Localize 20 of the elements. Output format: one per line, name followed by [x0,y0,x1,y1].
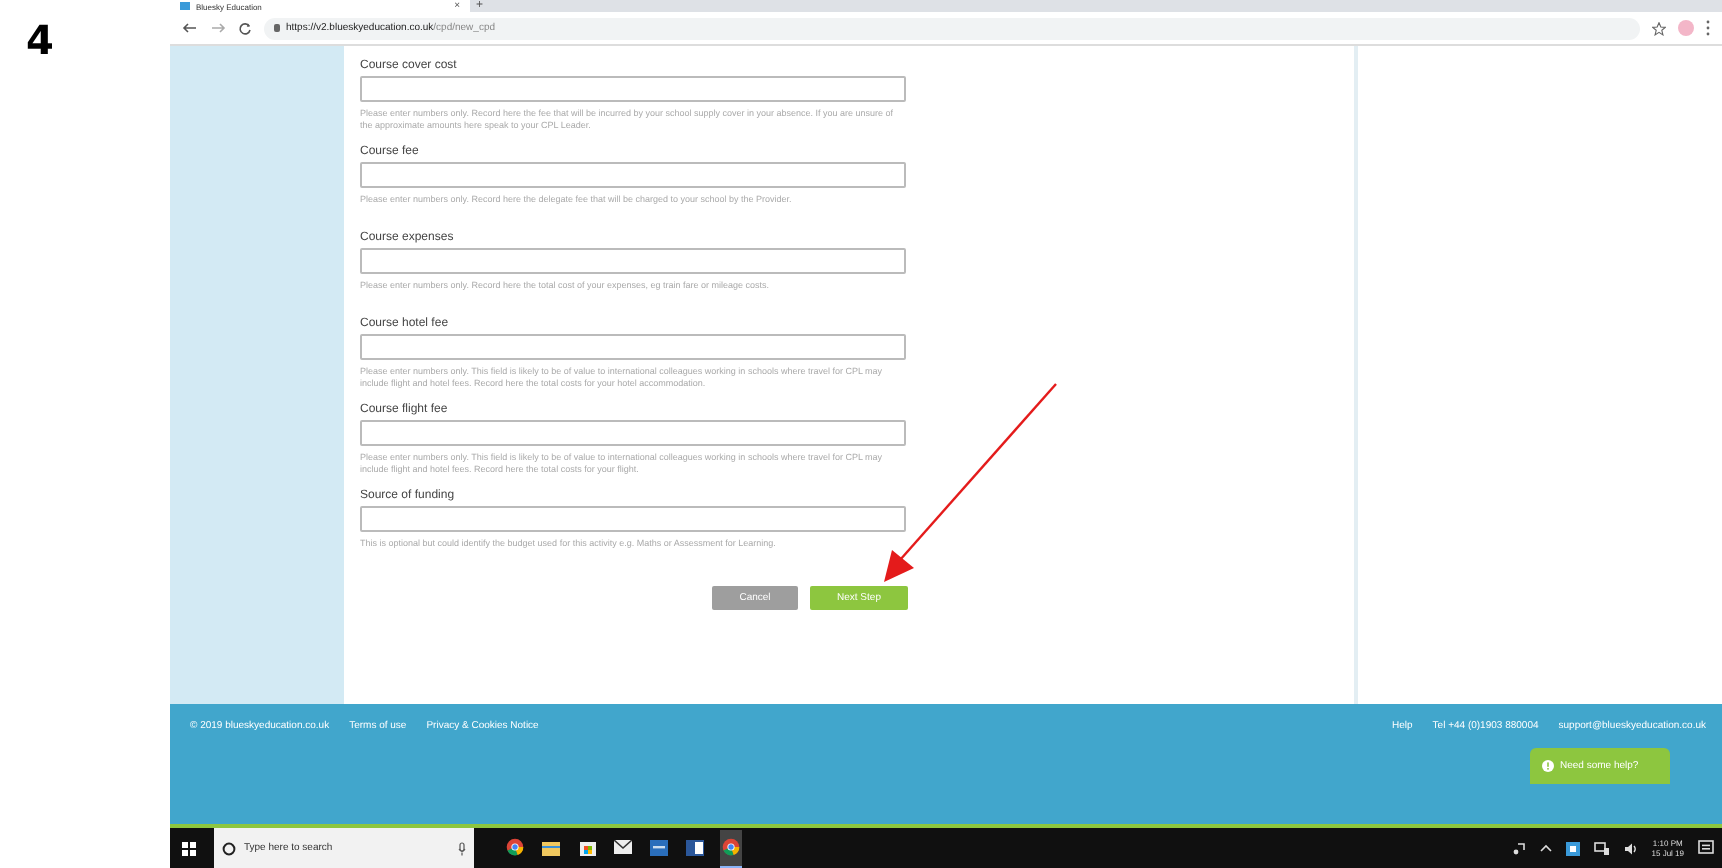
notifications-icon[interactable] [1698,840,1714,856]
favicon-icon [180,2,190,10]
speaker-icon[interactable] [1623,841,1638,855]
step-number: 4 [26,16,54,64]
cortana-icon[interactable] [222,841,236,855]
reload-icon[interactable] [238,21,252,35]
chrome-icon[interactable] [720,829,742,867]
input-field[interactable] [360,334,906,360]
input-field[interactable] [360,248,906,274]
network-icon[interactable] [1593,841,1610,855]
tray-app-icon[interactable] [1565,841,1580,855]
star-icon[interactable] [1652,21,1666,35]
windows-start-icon[interactable] [182,841,196,855]
chevron-up-icon[interactable] [1539,844,1552,852]
input-field[interactable] [360,420,906,446]
back-icon[interactable] [182,22,198,34]
microphone-icon[interactable] [458,841,466,855]
input-field[interactable] [360,162,906,188]
input-field[interactable] [360,506,906,532]
input-field[interactable] [360,76,906,102]
